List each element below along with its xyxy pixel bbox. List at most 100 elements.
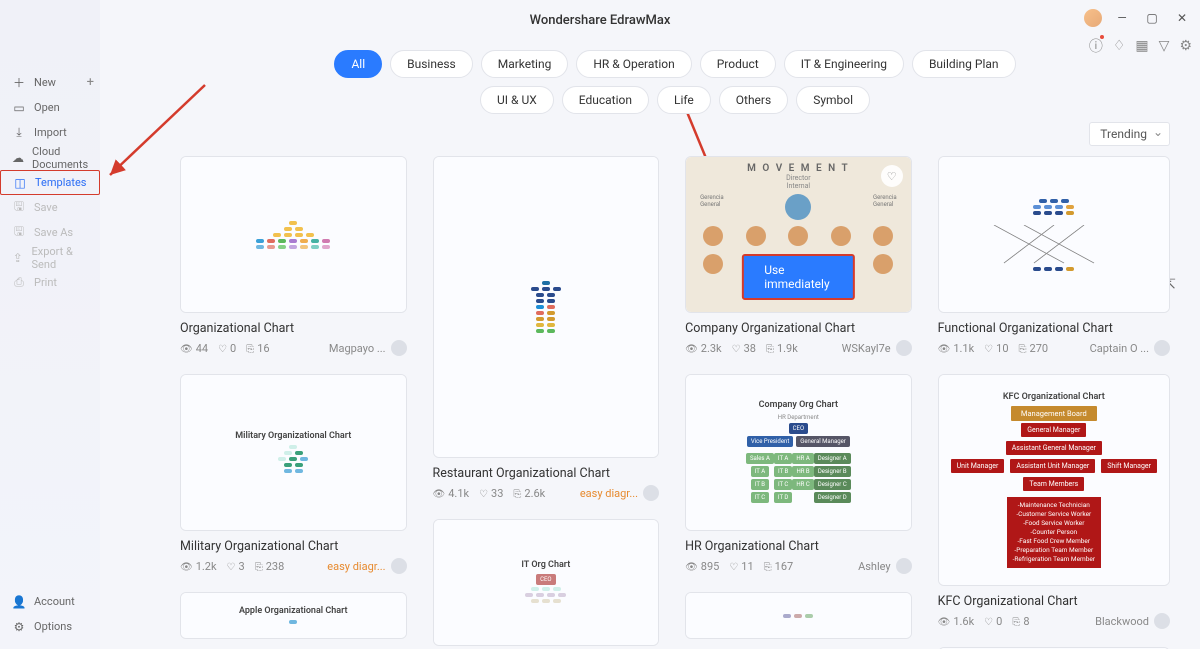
sidebar-item-label: Export & Send: [32, 245, 88, 271]
author-avatar-icon: [1154, 340, 1170, 356]
filter-chip-education[interactable]: Education: [562, 86, 649, 114]
stat-likes: 3: [227, 560, 245, 573]
stat-copies: 2.6k: [513, 487, 545, 500]
author-avatar-icon: [896, 558, 912, 574]
stat-copies: 1.9k: [766, 342, 798, 355]
card-title: Organizational Chart: [180, 321, 407, 336]
minimize-button[interactable]: —: [1112, 8, 1132, 28]
sidebar-item-open[interactable]: ▭ Open: [0, 95, 100, 120]
sidebar-item-templates[interactable]: ◫ Templates: [0, 170, 100, 195]
stat-likes: 33: [479, 487, 503, 500]
sidebar-icon: 🖫: [12, 226, 26, 240]
card-title: Military Organizational Chart: [180, 539, 407, 554]
stat-views: 1.1k: [938, 342, 975, 355]
template-card[interactable]: Restaurant Organizational Chart 4.1k 33 2.6…: [433, 156, 660, 501]
stat-likes: 10: [984, 342, 1008, 355]
template-card[interactable]: Apple Organizational Chart: [180, 592, 407, 639]
filter-chip-it-engineering[interactable]: IT & Engineering: [784, 50, 904, 78]
card-title: KFC Organizational Chart: [938, 594, 1170, 609]
main-content: All Business MarketingHR & Operation Produc…: [100, 40, 1200, 649]
card-title: Restaurant Organizational Chart: [433, 466, 660, 481]
stat-copies: 167: [764, 560, 794, 573]
filter-chip-symbol[interactable]: Symbol: [796, 86, 870, 114]
sort-select[interactable]: Trending: [1089, 122, 1170, 146]
sidebar-item-label: Import: [34, 126, 67, 139]
stat-views: 1.6k: [938, 615, 975, 628]
sidebar-item-options[interactable]: ⚙ Options: [0, 614, 100, 639]
card-author: WSKayl7e: [842, 340, 912, 356]
stat-views: 895: [685, 560, 719, 573]
filter-chip-ui-ux[interactable]: UI & UX: [480, 86, 554, 114]
sidebar-item-label: Open: [34, 101, 60, 114]
filter-chip-marketing[interactable]: Marketing: [481, 50, 569, 78]
use-immediately-button[interactable]: Use immediately: [742, 254, 854, 300]
sidebar-item-import[interactable]: ⤓ Import: [0, 120, 100, 145]
author-avatar-icon: [391, 340, 407, 356]
sidebar-icon: ＋: [12, 76, 26, 90]
template-card[interactable]: Organizational Chart44016Magpayo ...: [180, 156, 407, 356]
stat-likes: 0: [984, 615, 1002, 628]
sidebar-item-export-send: ⇪Export & Send: [0, 245, 100, 270]
card-author: easy diagr...: [580, 485, 659, 501]
filter-chip-product[interactable]: Product: [700, 50, 776, 78]
sidebar-item-label: Cloud Documents: [32, 145, 88, 171]
maximize-button[interactable]: ▢: [1142, 8, 1162, 28]
sidebar-item-account[interactable]: 👤 Account: [0, 589, 100, 614]
stat-likes: 38: [732, 342, 756, 355]
author-avatar-icon: [896, 340, 912, 356]
author-avatar-icon: [391, 558, 407, 574]
sidebar-item-new[interactable]: ＋ New +: [0, 70, 100, 95]
template-card[interactable]: Functional Organizational Chart1.1k10270…: [938, 156, 1170, 356]
card-title: HR Organizational Chart: [685, 539, 912, 554]
card-author: Captain O ...: [1090, 340, 1170, 356]
stat-likes: 0: [218, 342, 236, 355]
filter-chip-others[interactable]: Others: [719, 86, 788, 114]
app-title: Wondershare EdrawMax: [530, 13, 671, 28]
sidebar-icon: ⚙: [12, 620, 26, 634]
sort-label: Trending: [1100, 127, 1147, 141]
card-author: easy diagr...: [327, 558, 406, 574]
card-author: Ashley: [858, 558, 912, 574]
filter-chip-all[interactable]: All: [334, 50, 382, 78]
sidebar-item-cloud-documents[interactable]: ☁ Cloud Documents: [0, 145, 100, 170]
card-author: Blackwood: [1095, 613, 1170, 629]
filter-chip-business[interactable]: Business: [390, 50, 473, 78]
filter-chip-building-plan[interactable]: Building Plan: [912, 50, 1016, 78]
card-title: Company Organizational Chart: [685, 321, 912, 336]
plus-icon[interactable]: +: [87, 75, 94, 90]
template-card[interactable]: [685, 592, 912, 639]
sidebar: ＋ New + ▭ Open ⤓ Import ☁ Cloud Documents ◫ Templa…: [0, 0, 100, 649]
sidebar-item-label: New: [34, 76, 56, 89]
sidebar-item-label: Save: [34, 201, 58, 214]
sidebar-icon: ◫: [13, 176, 27, 190]
sidebar-icon: ⎙: [12, 276, 26, 290]
sidebar-item-label: Account: [34, 595, 75, 608]
template-card[interactable]: M O V E M E N TDirectorInternalGerenciaG…: [685, 156, 912, 356]
filter-chip-life[interactable]: Life: [657, 86, 711, 114]
sidebar-icon: ⤓: [12, 126, 26, 140]
sidebar-icon: ☁: [12, 151, 24, 165]
filter-chip-hr-operation[interactable]: HR & Operation: [576, 50, 691, 78]
template-card[interactable]: Company Org ChartHR DepartmentCEOVice Pr…: [685, 374, 912, 574]
stat-likes: 11: [729, 560, 753, 573]
stat-copies: 238: [255, 560, 285, 573]
sidebar-icon: ▭: [12, 101, 26, 115]
sidebar-item-label: Templates: [35, 176, 86, 189]
sidebar-icon: 👤: [12, 595, 26, 609]
stat-views: 1.2k: [180, 560, 217, 573]
sidebar-item-print: ⎙ Print: [0, 270, 100, 295]
sidebar-item-label: Save As: [34, 226, 73, 239]
stat-views: 44: [180, 342, 208, 355]
stat-views: 4.1k: [433, 487, 470, 500]
template-card[interactable]: IT Org ChartCEO: [433, 519, 660, 646]
avatar[interactable]: [1084, 9, 1102, 27]
sidebar-item-save-as: 🖫 Save As: [0, 220, 100, 245]
sidebar-item-label: Print: [34, 276, 57, 289]
close-button[interactable]: ✕: [1172, 8, 1192, 28]
sidebar-item-label: Options: [34, 620, 72, 633]
template-card[interactable]: Military Organizational ChartMilitary Or…: [180, 374, 407, 574]
stat-copies: 8: [1012, 615, 1029, 628]
favorite-button[interactable]: ♡: [881, 165, 903, 187]
sidebar-icon: 🖫: [12, 201, 26, 215]
template-card[interactable]: KFC Organizational ChartManagement Board…: [938, 374, 1170, 629]
